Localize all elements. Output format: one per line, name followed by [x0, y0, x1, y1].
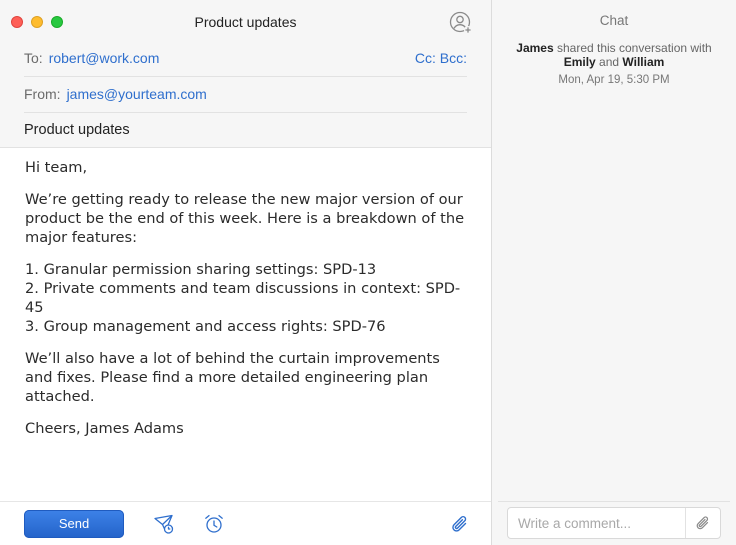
body-greeting: Hi team,: [25, 159, 88, 176]
alarm-clock-icon[interactable]: [203, 513, 225, 535]
body-signoff: Cheers, James Adams: [25, 420, 184, 437]
feature-list: 1. Granular permission sharing settings:…: [25, 260, 470, 336]
person-add-icon[interactable]: [449, 11, 473, 35]
shared-user-emily: Emily: [563, 55, 596, 69]
chat-pane: Chat James shared this conversation with…: [492, 0, 736, 545]
chat-title: Chat: [599, 13, 629, 28]
subject-field[interactable]: Product updates: [24, 122, 130, 138]
send-button[interactable]: Send: [24, 510, 124, 538]
to-label: To:: [24, 49, 43, 66]
chat-footer-divider: [498, 501, 730, 502]
list-item: 2. Private comments and team discussions…: [25, 280, 461, 316]
share-conjunction: and: [595, 55, 623, 69]
comment-divider: [685, 508, 686, 538]
shared-user-william: William: [622, 55, 665, 69]
list-item: 1. Granular permission sharing settings:…: [25, 261, 377, 278]
from-sender[interactable]: james@yourteam.com: [67, 86, 207, 102]
share-notice: James shared this conversation with Emil…: [502, 41, 726, 69]
from-label: From:: [24, 85, 61, 102]
from-row: From: james@yourteam.com: [24, 75, 467, 113]
body-intro: We’re getting ready to release the new m…: [25, 191, 465, 246]
to-row: To: robert@work.com Cc: Bcc:: [24, 39, 467, 77]
sharer-name: James: [516, 41, 554, 55]
message-body[interactable]: Hi team, We’re getting ready to release …: [25, 158, 470, 451]
list-item: 3. Group management and access rights: S…: [25, 318, 386, 335]
comment-input[interactable]: [508, 508, 685, 538]
paper-plane-clock-icon[interactable]: [153, 513, 175, 535]
to-recipient[interactable]: robert@work.com: [49, 50, 160, 66]
compose-pane: Product updates To: robert@work.com Cc: …: [0, 0, 491, 545]
comment-composer: [507, 507, 721, 539]
subject-row[interactable]: Product updates: [24, 111, 467, 149]
share-timestamp: Mon, Apr 19, 5:30 PM: [558, 74, 670, 86]
mail-window: Product updates To: robert@work.com Cc: …: [0, 0, 736, 545]
paperclip-icon[interactable]: [694, 514, 712, 532]
compose-header: Product updates To: robert@work.com Cc: …: [0, 0, 491, 148]
paperclip-icon[interactable]: [449, 513, 471, 535]
window-title: Product updates: [194, 14, 297, 30]
share-text: shared this conversation with: [553, 41, 712, 55]
cc-bcc-button[interactable]: Cc: Bcc:: [415, 50, 467, 66]
compose-toolbar: Send: [0, 501, 491, 545]
body-followup: We’ll also have a lot of behind the curt…: [25, 350, 440, 405]
